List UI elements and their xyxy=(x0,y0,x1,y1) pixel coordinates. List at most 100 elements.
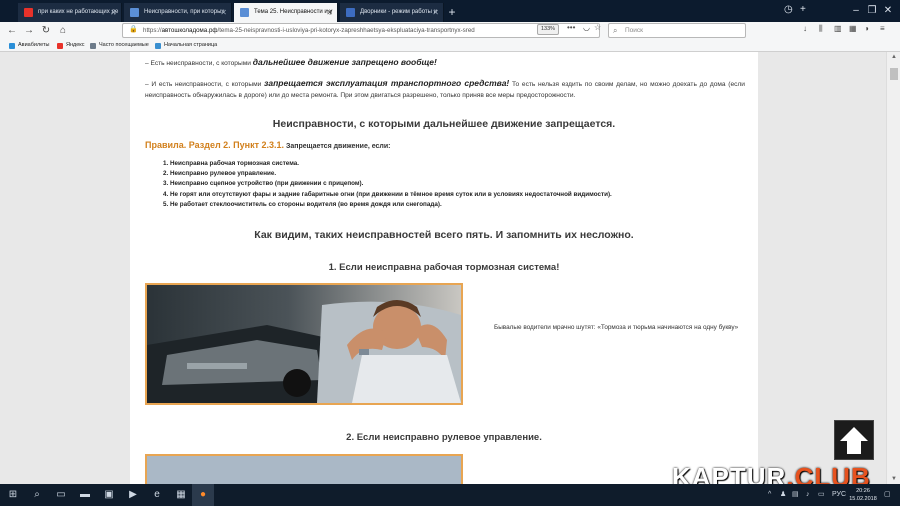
user-icon[interactable]: ♟ xyxy=(780,484,786,506)
gear-icon xyxy=(90,43,96,49)
library-icon[interactable]: ⫼ xyxy=(819,24,823,34)
heading-summary: Как видим, таких неисправностей всего пя… xyxy=(254,229,634,241)
photo-illustration xyxy=(147,285,461,403)
url-path: /tema-25-neispravnosti-i-usloviya-pri-ko… xyxy=(217,27,475,34)
new-tab-button[interactable]: + xyxy=(444,3,460,22)
close-tab-icon[interactable]: ✕ xyxy=(326,3,333,22)
address-bar[interactable]: 🔒 https://автошколадома.рф/tema-25-neisp… xyxy=(122,23,600,38)
bookmark-label: Яндекс xyxy=(66,42,85,48)
search-field[interactable]: ⌕ Поиск xyxy=(608,23,746,38)
start-windows-icon[interactable]: ⊞ xyxy=(2,484,24,506)
notifications-icon[interactable]: ▢ xyxy=(884,484,891,506)
heading-steering: 2. Если неисправно рулевое управление. xyxy=(346,432,542,443)
pocket-icon[interactable]: ◡ xyxy=(583,23,590,32)
list-item: 5. Не работает стеклоочиститель со сторо… xyxy=(163,200,442,208)
url-host: автошколадома.рф xyxy=(161,27,218,34)
text: – И есть неисправности, с которыми xyxy=(145,81,265,88)
site-favicon-icon xyxy=(346,8,355,17)
bookmark-most-visited[interactable]: Часто посещаемые xyxy=(90,40,149,51)
tab-4[interactable]: Дворники - режим работы и ✕ xyxy=(340,3,444,22)
page-actions-icon[interactable]: ••• xyxy=(567,23,575,32)
rule-reference: Правила. Раздел 2. Пункт 2.3.1. Запрещае… xyxy=(145,140,391,150)
arrow-up-icon xyxy=(840,427,868,454)
windows-taskbar: ⊞ ⌕ ▭ ▬ ▣ ▶ e ▦ ● ^ ♟ ▤ ♪ ▭ РУС 20:26 15… xyxy=(0,484,900,506)
tab-label: при каких не работающих де xyxy=(38,9,119,15)
extension-icon[interactable]: ◑ xyxy=(864,24,869,33)
scroll-to-top-button[interactable] xyxy=(834,420,874,460)
edge-icon[interactable]: e xyxy=(146,484,168,506)
page-viewport[interactable]: – Есть неисправности, с которыми дальней… xyxy=(0,52,886,484)
list-item: 4. Не горят или отсутствуют фары и задни… xyxy=(163,190,612,198)
bookmark-label: Начальная страница xyxy=(164,42,218,48)
tab-label: Неисправности, при которых xyxy=(144,9,225,15)
photo-caption: Бывалые водители мрачно шутят: «Тормоза … xyxy=(494,324,739,331)
sidebar-icon[interactable]: ▥ xyxy=(834,24,842,33)
close-window-button[interactable]: ✕ xyxy=(874,0,900,22)
bookmark-aviabilety[interactable]: Авиабилеты xyxy=(9,40,50,51)
tab-1[interactable]: при каких не работающих де ✕ xyxy=(18,3,122,22)
article-content: – Есть неисправности, с которыми дальней… xyxy=(130,52,758,484)
tab-label: Тема 25. Неисправности и у xyxy=(254,9,333,15)
downloads-icon[interactable]: ↓ xyxy=(803,24,807,33)
photo-steering xyxy=(145,454,463,484)
emphasis: запрещается эксплуатация транспортного с… xyxy=(264,78,510,88)
bookmark-star-icon[interactable]: ☆ xyxy=(594,23,601,32)
photo-stressed-driver xyxy=(145,283,463,405)
home-button[interactable]: ⌂ xyxy=(55,23,71,38)
calculator-icon[interactable]: ▦ xyxy=(170,484,192,506)
search-icon: ⌕ xyxy=(613,26,618,35)
reload-button[interactable]: ↻ xyxy=(38,23,54,38)
bookmarks-bar: Авиабилеты Яндекс Часто посещаемые Начал… xyxy=(0,39,900,52)
back-button[interactable]: ← xyxy=(4,23,20,38)
tab-3-active[interactable]: Тема 25. Неисправности и у ✕ xyxy=(234,3,338,22)
firefox-icon[interactable]: ● xyxy=(192,484,214,506)
scroll-down-arrow-icon[interactable]: ▼ xyxy=(887,474,900,484)
tab-strip: при каких не работающих де ✕ Неисправнос… xyxy=(0,0,900,22)
timer-icon[interactable]: ◷ xyxy=(784,4,793,15)
lock-icon: 🔒 xyxy=(129,26,138,33)
list-item: 1. Неисправна рабочая тормозная система. xyxy=(163,160,300,167)
paragraph-1: – Есть неисправности, с которыми дальней… xyxy=(145,57,745,69)
file-explorer-icon[interactable]: ▬ xyxy=(74,484,96,506)
text: – Есть неисправности, с которыми xyxy=(145,60,253,67)
list-item: 2. Неисправно рулевое управление. xyxy=(163,170,277,178)
rule-text: Запрещается движение, если: xyxy=(284,143,391,150)
close-tab-icon[interactable]: ✕ xyxy=(432,3,439,22)
search-icon[interactable]: ⌕ xyxy=(26,484,48,506)
close-tab-icon[interactable]: ✕ xyxy=(220,3,227,22)
zoom-level-badge[interactable]: 133% xyxy=(537,24,560,35)
navigation-bar: ← → ↻ ⌂ 🔒 https://автошколадома.рф/tema-… xyxy=(0,22,900,39)
store-icon[interactable]: ▣ xyxy=(98,484,120,506)
emphasis: дальнейшее движение запрещено вообще! xyxy=(252,57,437,67)
bookmark-label: Авиабилеты xyxy=(18,42,50,48)
scroll-thumb[interactable] xyxy=(890,68,898,80)
screenshot-icon[interactable]: ▦ xyxy=(849,24,857,33)
task-view-icon[interactable]: ▭ xyxy=(50,484,72,506)
globe-icon xyxy=(155,43,161,49)
clock-date: 15.02.2018 xyxy=(849,496,877,502)
heading-brake-system: 1. Если неисправна рабочая тормозная сис… xyxy=(328,262,560,273)
volume-icon[interactable]: ♪ xyxy=(806,484,810,506)
tray-expand-icon[interactable]: ^ xyxy=(768,484,771,506)
yandex-icon xyxy=(57,43,63,49)
clock[interactable]: 20:26 15.02.2018 xyxy=(846,487,880,503)
bookmark-start-page[interactable]: Начальная страница xyxy=(155,40,217,51)
bookmark-yandex[interactable]: Яндекс xyxy=(57,40,85,51)
close-tab-icon[interactable]: ✕ xyxy=(110,3,117,22)
search-placeholder: Поиск xyxy=(625,27,644,34)
media-icon[interactable]: ▶ xyxy=(122,484,144,506)
forward-button[interactable]: → xyxy=(21,23,37,38)
network-icon[interactable]: ▤ xyxy=(792,484,799,506)
site-favicon-icon xyxy=(130,8,139,17)
rule-label[interactable]: Правила. Раздел 2. Пункт 2.3.1. xyxy=(145,140,284,150)
page-scrollbar[interactable]: ▲ ▼ xyxy=(886,52,900,484)
bookmark-label: Часто посещаемые xyxy=(99,42,149,48)
scroll-up-arrow-icon[interactable]: ▲ xyxy=(887,52,900,62)
menu-icon[interactable]: ≡ xyxy=(880,24,885,33)
url-protocol: https:// xyxy=(143,27,162,34)
language-indicator[interactable]: РУС xyxy=(832,484,846,506)
battery-icon[interactable]: ▭ xyxy=(818,484,825,506)
plus-icon[interactable]: + xyxy=(800,4,806,15)
plane-icon xyxy=(9,43,15,49)
tab-2[interactable]: Неисправности, при которых ✕ xyxy=(124,3,232,22)
